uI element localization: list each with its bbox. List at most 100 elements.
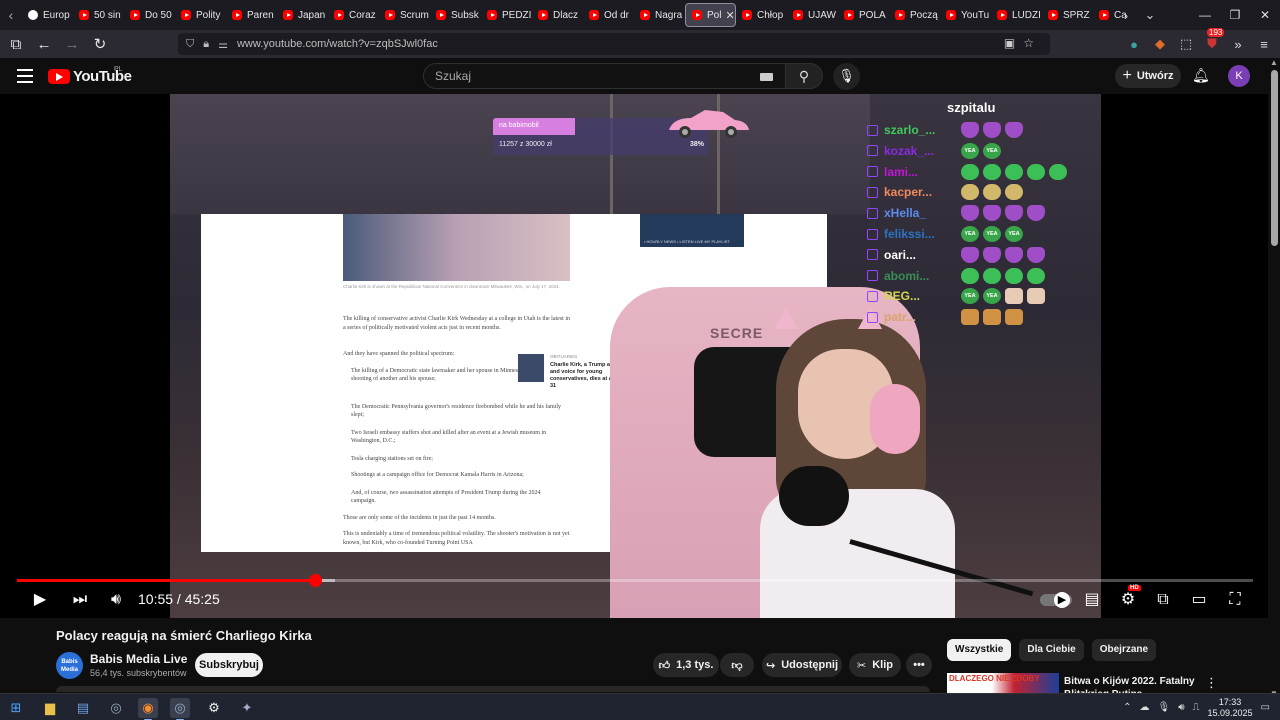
settings-gear-icon[interactable]: ⚙ bbox=[1114, 588, 1142, 612]
keyboard-icon[interactable] bbox=[760, 73, 773, 81]
back-icon[interactable]: ← bbox=[32, 36, 56, 53]
browser-tab[interactable]: Polity bbox=[175, 0, 226, 30]
browser-tab[interactable]: Europ bbox=[22, 0, 73, 30]
steam-active-icon[interactable]: ◎ bbox=[170, 698, 190, 720]
ublock-extension-icon[interactable]: ⛊ 193 bbox=[1204, 28, 1225, 52]
browser-tab[interactable]: YouTu bbox=[940, 0, 991, 30]
page-scrollbar[interactable]: ▲ ▼ bbox=[1268, 58, 1280, 698]
speaker-icon[interactable]: 🔊︎ bbox=[1178, 702, 1184, 713]
notifications-icon[interactable]: ▭ bbox=[1261, 702, 1270, 713]
chip-all[interactable]: Wszystkie bbox=[947, 639, 1012, 661]
lock-icon[interactable]: 🔒︎ bbox=[203, 38, 209, 51]
scroll-up-arrow-icon[interactable]: ▲ bbox=[1270, 58, 1278, 67]
subscribe-button[interactable]: Subskrybuj bbox=[195, 653, 263, 677]
file-explorer-icon[interactable]: ▆ bbox=[40, 698, 60, 718]
permissions-icon[interactable]: ⚌ bbox=[218, 38, 228, 51]
microphone-tray-icon[interactable]: 🎙︎ bbox=[1157, 702, 1170, 713]
voice-search-button[interactable]: 🎙︎ bbox=[833, 63, 860, 90]
youtube-favicon-icon bbox=[79, 10, 89, 20]
video-player[interactable]: na babimobil 11257 z 30000 zł 38% Charli… bbox=[0, 94, 1268, 618]
tab-list-dropdown-icon[interactable]: ⌄ bbox=[1138, 7, 1162, 23]
browser-tab[interactable]: Do 50 bbox=[124, 0, 175, 30]
steam-icon[interactable]: ◎ bbox=[106, 698, 126, 718]
browser-tab[interactable]: Japan bbox=[277, 0, 328, 30]
browser-tab[interactable]: Chłop bbox=[736, 0, 787, 30]
youtube-favicon-icon bbox=[640, 10, 650, 20]
account-avatar[interactable]: K bbox=[1228, 65, 1250, 87]
subtitles-icon[interactable]: ▤ bbox=[1078, 588, 1106, 612]
browser-tab[interactable]: Subsk bbox=[430, 0, 481, 30]
browser-tab[interactable]: LUDZI bbox=[991, 0, 1042, 30]
tracking-shield-icon[interactable]: ⛉ bbox=[186, 38, 194, 51]
seek-bar[interactable] bbox=[17, 574, 1253, 587]
browser-tab[interactable]: SPRZ bbox=[1042, 0, 1093, 30]
description-box[interactable] bbox=[56, 686, 930, 692]
channel-name[interactable]: Babis Media Live bbox=[90, 652, 187, 666]
tab-scroll-left-icon[interactable]: ‹ bbox=[0, 7, 22, 23]
play-icon[interactable]: ▶ bbox=[26, 588, 54, 612]
search-button[interactable]: ⚲ bbox=[785, 63, 823, 89]
browser-tab[interactable]: Coraz bbox=[328, 0, 379, 30]
extensions-puzzle-icon[interactable]: ⬚ bbox=[1178, 36, 1194, 52]
restore-icon[interactable]: ❐ bbox=[1220, 8, 1250, 22]
close-window-icon[interactable]: ✕ bbox=[1250, 8, 1280, 22]
overflow-chevron-icon[interactable]: » bbox=[1230, 37, 1246, 52]
browser-tab[interactable]: POLA bbox=[838, 0, 889, 30]
scrollbar-thumb[interactable] bbox=[1271, 70, 1278, 246]
forward-icon[interactable]: → bbox=[60, 36, 84, 53]
guide-menu-icon[interactable] bbox=[17, 69, 33, 83]
app-menu-icon[interactable]: ≡ bbox=[1256, 37, 1272, 52]
close-tab-icon[interactable]: ✕ bbox=[725, 9, 734, 22]
channel-avatar[interactable]: Babis Media bbox=[56, 652, 83, 679]
pinned-app-icon[interactable]: ✦ bbox=[237, 698, 257, 718]
minimize-icon[interactable]: — bbox=[1190, 8, 1220, 22]
browser-tab[interactable]: Scrum bbox=[379, 0, 430, 30]
browser-tab[interactable]: 50 sin bbox=[73, 0, 124, 30]
tray-overflow-icon[interactable]: ⌃ bbox=[1123, 702, 1131, 713]
reload-icon[interactable]: ↻ bbox=[88, 35, 112, 53]
donation-label: na babimobil bbox=[499, 122, 539, 129]
volume-icon[interactable]: 🔊︎ bbox=[102, 588, 130, 612]
url-bar[interactable]: ⛉ 🔒︎ ⚌ www.youtube.com/watch?v=zqbSJwl0f… bbox=[178, 33, 1050, 55]
clock[interactable]: 17:33 15.09.2025 bbox=[1208, 697, 1253, 719]
chip-for-you[interactable]: Dla Ciebie bbox=[1019, 639, 1084, 661]
like-button[interactable]: 👍︎ 1,3 tys. bbox=[653, 653, 719, 677]
notifications-bell-icon[interactable]: 🔔︎ bbox=[1192, 67, 1210, 84]
browser-tab[interactable]: Nagra bbox=[634, 0, 685, 30]
theater-mode-icon[interactable]: ▭ bbox=[1185, 588, 1213, 612]
windows-start-icon[interactable]: ⊞ bbox=[6, 698, 26, 718]
video-frame: na babimobil 11257 z 30000 zł 38% Charli… bbox=[170, 94, 1101, 618]
monitor-app-icon[interactable]: ▤ bbox=[73, 698, 93, 718]
bookmark-star-icon[interactable]: ☆ bbox=[1023, 36, 1042, 50]
browser-tab[interactable]: Począ bbox=[889, 0, 940, 30]
scrubber-handle[interactable] bbox=[308, 574, 322, 587]
browser-tab[interactable]: UJAW bbox=[787, 0, 838, 30]
settings-icon[interactable]: ⚙ bbox=[204, 698, 224, 718]
chip-watched[interactable]: Obejrzane bbox=[1091, 639, 1157, 661]
browser-tab[interactable]: Dlacz bbox=[532, 0, 583, 30]
browser-tab[interactable]: Od dr bbox=[583, 0, 634, 30]
browser-tab[interactable]: Paren bbox=[226, 0, 277, 30]
kebab-menu-icon[interactable]: ⋮ bbox=[1205, 675, 1218, 691]
url-text[interactable]: www.youtube.com/watch?v=zqbSJwl0fac bbox=[237, 38, 438, 50]
onedrive-icon[interactable]: ☁ bbox=[1139, 702, 1149, 713]
sidebar-toggle-icon[interactable]: ⧉ bbox=[4, 36, 28, 53]
tab-scroll-right-icon[interactable]: › bbox=[1114, 8, 1138, 23]
fullscreen-icon[interactable]: ⛶ bbox=[1221, 588, 1249, 612]
browser-tab[interactable]: Pol ✕ bbox=[685, 3, 736, 27]
youtube-logo[interactable]: YouTube PL bbox=[48, 66, 132, 85]
browser-tab[interactable]: PEDZI bbox=[481, 0, 532, 30]
next-video-icon[interactable]: ⏭ bbox=[66, 588, 94, 612]
reader-view-icon[interactable]: ▣ bbox=[1004, 36, 1023, 50]
more-actions-button[interactable]: ••• bbox=[906, 653, 932, 677]
vpn-extension-icon[interactable]: ● bbox=[1126, 37, 1142, 52]
clip-button[interactable]: ✂ Klip bbox=[849, 653, 901, 677]
network-icon[interactable]: ⎍ bbox=[1193, 702, 1200, 713]
create-button[interactable]: + Utwórz bbox=[1115, 64, 1181, 88]
search-input[interactable]: Szukaj bbox=[423, 63, 786, 89]
miniplayer-icon[interactable]: ⧉ bbox=[1149, 588, 1177, 612]
fox-extension-icon[interactable]: ◆ bbox=[1152, 36, 1168, 52]
firefox-icon[interactable]: ◉ bbox=[138, 698, 158, 720]
share-button[interactable]: ↪ Udostępnij bbox=[762, 653, 842, 677]
dislike-button[interactable]: 👎︎ bbox=[720, 653, 754, 677]
